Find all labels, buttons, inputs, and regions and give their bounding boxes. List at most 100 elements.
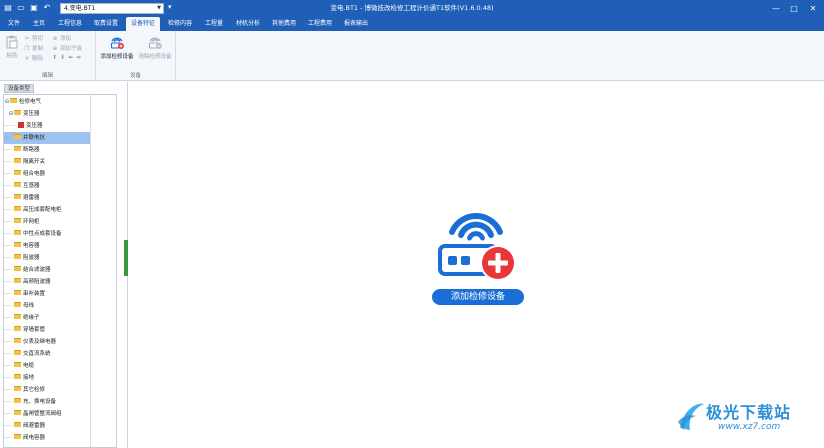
clear-device-label: 清除检修设备	[138, 54, 172, 60]
tree-item[interactable]: ····· 高频阻波器	[4, 276, 90, 288]
folder-icon	[14, 386, 21, 391]
window-title: 变电.BT1 - 博微技改检修工程计价通T1软件(V1.6.0.48)	[330, 4, 494, 12]
folder-icon	[14, 146, 21, 151]
folder-icon	[14, 182, 21, 187]
panel-splitter-handle[interactable]	[124, 240, 128, 276]
add-button[interactable]: ⊕ 添加	[52, 35, 71, 44]
tab-device-features[interactable]: 设备特征	[126, 17, 160, 31]
minimize-button[interactable]: —	[768, 0, 784, 17]
arrow-down-icon[interactable]: ⬇	[60, 54, 68, 61]
add-child-icon: ⊕	[52, 46, 58, 52]
tree-item[interactable]: ······· 变压器	[4, 120, 90, 132]
watermark-url: www.xz7.com	[718, 422, 781, 432]
arrow-left-icon[interactable]: ⬅	[68, 54, 76, 61]
tree-line: ·····	[4, 435, 12, 441]
tree-item[interactable]: ····· 电缆	[4, 360, 90, 372]
paste-button[interactable]: 粘贴	[5, 35, 19, 59]
close-button[interactable]: ✕	[805, 0, 821, 17]
folder-icon	[14, 362, 21, 367]
tree-line: ·····	[4, 135, 12, 141]
tab-quantities[interactable]: 工程量	[201, 17, 227, 31]
tree-item[interactable]: ····· 绝缘子	[4, 312, 90, 324]
tree-item[interactable]: ····· 结合滤波器	[4, 264, 90, 276]
add-child-label: 添加子级	[60, 46, 83, 52]
tab-home[interactable]: 主页	[28, 17, 50, 31]
tab-project-costs[interactable]: 工程费用	[305, 17, 335, 31]
tree-item[interactable]: ····· 断路器	[4, 144, 90, 156]
cut-button[interactable]: ✂ 剪切	[24, 35, 43, 44]
folder-icon	[14, 110, 21, 115]
arrow-up-icon[interactable]: ⬆	[52, 54, 60, 61]
tree-item-selected[interactable]: ····· 并联电抗	[4, 132, 90, 144]
device-type-tab[interactable]: 设备类型	[4, 84, 35, 93]
tree-item-label: 接地	[23, 375, 35, 381]
tree-item-label: 其它检修	[23, 387, 46, 393]
arrow-right-icon[interactable]: ➡	[76, 54, 84, 61]
tree-item[interactable]: ····· 其它检修	[4, 384, 90, 396]
tree-item[interactable]: ····· 交直流系统	[4, 348, 90, 360]
tab-other-costs[interactable]: 其他费用	[269, 17, 299, 31]
watermark-name: 极光下载站	[706, 403, 792, 422]
tree-item[interactable]: ⊖ 变压器	[4, 108, 90, 120]
tree-line: ·····	[4, 387, 12, 393]
tree-line: ·····	[4, 255, 12, 261]
tree-item[interactable]: ····· 串补装置	[4, 288, 90, 300]
tree-line: ·····	[4, 267, 12, 273]
tree-line: ·····	[4, 171, 12, 177]
tree-item-label: 中性点成套设备	[23, 231, 62, 237]
tree-item[interactable]: ····· 阻波器	[4, 252, 90, 264]
tree-item-label: 变压器	[26, 123, 43, 129]
tree-line: ·····	[4, 315, 12, 321]
tab-file[interactable]: 文件	[3, 17, 25, 31]
tree-item[interactable]: ⊖ 检修电气	[4, 96, 90, 108]
tab-fee-settings[interactable]: 取费设置	[91, 17, 121, 31]
tree-item-label: 串补装置	[23, 291, 46, 297]
tree-item[interactable]: ····· 穿墙套管	[4, 324, 90, 336]
tree-item[interactable]: ····· 中性点成套设备	[4, 228, 90, 240]
add-child-button[interactable]: ⊕ 添加子级	[52, 45, 82, 54]
title-bar: ▤ ▭ ▣ ↶ 4.变电.BT1 ▼ ▾ 变电.BT1 - 博微技改检修工程计价…	[0, 0, 824, 17]
folder-icon	[14, 134, 21, 139]
tree-item[interactable]: ····· 母线	[4, 300, 90, 312]
tree-item-label: 避雷器	[23, 195, 40, 201]
tree-item[interactable]: ····· 仪表及继电器	[4, 336, 90, 348]
folder-icon	[14, 218, 21, 223]
tree-item[interactable]: ····· 阀电容器	[4, 432, 90, 444]
tree-item[interactable]: ····· 电容器	[4, 240, 90, 252]
tree-item[interactable]: ····· 阀避雷器	[4, 420, 90, 432]
folder-icon	[14, 326, 21, 331]
tree-line: ·······	[4, 123, 16, 129]
tree-item-label: 组合电器	[23, 171, 46, 177]
tree-item-label: 高频阻波器	[23, 279, 51, 285]
add-device-button[interactable]: 添加检修设备	[100, 34, 134, 60]
tree-item[interactable]: ····· 高压成套配电柜	[4, 204, 90, 216]
device-icon	[18, 121, 24, 128]
tree-item-label: 交直流系统	[23, 351, 51, 357]
tree-item[interactable]: ····· 环网柜	[4, 216, 90, 228]
tab-report-output[interactable]: 报表输出	[341, 17, 371, 31]
tree-item-label: 结合滤波器	[23, 267, 51, 273]
tree-item-label: 断路器	[23, 147, 40, 153]
tab-maintenance-content[interactable]: 检修内容	[164, 17, 196, 31]
add-device-illustration-icon[interactable]	[430, 198, 522, 284]
tab-material-analysis[interactable]: 材机分析	[233, 17, 263, 31]
add-device-main-button[interactable]: 添加检修设备	[432, 289, 524, 305]
tree-item[interactable]: ····· 互感器	[4, 180, 90, 192]
clear-device-button[interactable]: 清除检修设备	[137, 34, 173, 60]
copy-button[interactable]: ❐ 复制	[24, 45, 43, 54]
tree-item-label: 电容器	[23, 243, 40, 249]
maximize-button[interactable]: □	[786, 0, 802, 17]
tree-item[interactable]: ····· 隔离开关	[4, 156, 90, 168]
tab-project-info[interactable]: 工程信息	[55, 17, 85, 31]
tree-item[interactable]: ····· 避雷器	[4, 192, 90, 204]
ribbon-group-edit-label: 编辑	[41, 73, 53, 79]
tree-item-label: 阀避雷器	[23, 423, 46, 429]
tree-item[interactable]: ····· 组合电器	[4, 168, 90, 180]
delete-label: 删除	[32, 56, 44, 62]
tree-item[interactable]: ····· 接地	[4, 372, 90, 384]
tree-item[interactable]: ····· 充、换电设备	[4, 396, 90, 408]
ribbon-group-device-label: 设备	[129, 73, 141, 79]
tree-item-label: 并联电抗	[23, 135, 46, 141]
delete-button[interactable]: ✕ 删除	[24, 55, 43, 64]
tree-item[interactable]: ····· 晶闸管整流阀组	[4, 408, 90, 420]
